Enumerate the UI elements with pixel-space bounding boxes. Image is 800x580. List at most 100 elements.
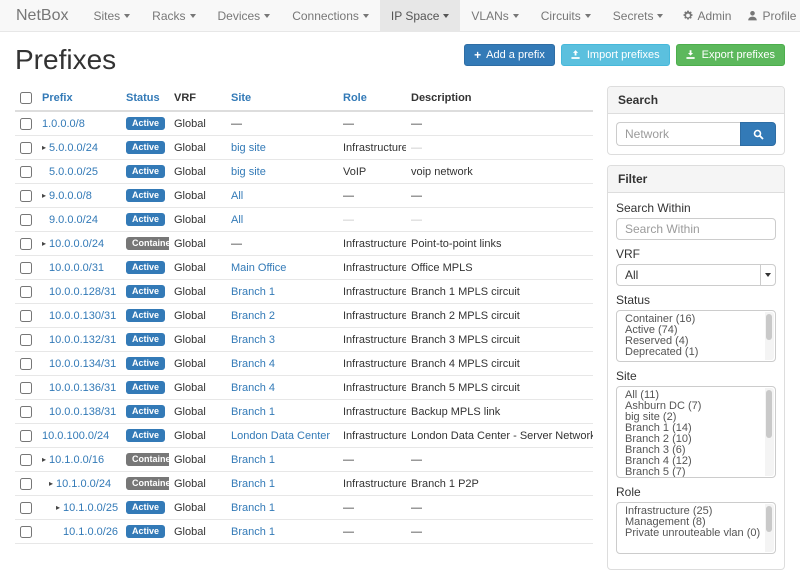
option[interactable]: Branch 4 (12) [617,456,763,467]
site-link[interactable]: Branch 1 [231,454,275,466]
column-header-prefix[interactable]: Prefix [37,86,121,111]
status-badge[interactable]: Active [126,501,165,514]
row-checkbox[interactable] [20,142,32,154]
row-checkbox[interactable] [20,382,32,394]
expand-toggle-icon[interactable]: ▸ [56,503,60,512]
prefix-link[interactable]: 10.0.0.132/31 [49,334,116,346]
status-badge[interactable]: Active [126,285,165,298]
row-checkbox[interactable] [20,358,32,370]
filter-input-search-within[interactable] [616,218,776,240]
option[interactable]: Infrastructure (25) [617,506,763,517]
site-link[interactable]: Branch 1 [231,286,275,298]
site-link[interactable]: Main Office [231,262,286,274]
status-badge[interactable]: Active [126,189,165,202]
row-checkbox[interactable] [20,238,32,250]
row-checkbox[interactable] [20,118,32,130]
app-brand[interactable]: NetBox [12,0,82,31]
option[interactable]: Branch 5 (7) [617,467,763,478]
status-badge[interactable]: Active [126,333,165,346]
expand-toggle-icon[interactable]: ▸ [42,143,46,152]
status-badge[interactable]: Active [126,525,165,538]
site-link[interactable]: Branch 2 [231,310,275,322]
status-badge[interactable]: Active [126,381,165,394]
scrollbar-thumb[interactable] [766,506,772,532]
site-link[interactable]: Branch 1 [231,478,275,490]
nav-item-circuits[interactable]: Circuits [530,0,602,31]
column-header-status[interactable]: Status [121,86,169,111]
row-checkbox[interactable] [20,454,32,466]
option[interactable]: Ashburn DC (7) [617,401,763,412]
prefix-link[interactable]: 10.1.0.0/16 [49,454,104,466]
prefix-link[interactable]: 10.0.0.130/31 [49,310,116,322]
option[interactable]: Branch 3 (6) [617,445,763,456]
export-prefixes-button[interactable]: Export prefixes [676,44,785,66]
nav-item-devices[interactable]: Devices [207,0,282,31]
column-header-site[interactable]: Site [226,86,338,111]
expand-toggle-icon[interactable]: ▸ [42,191,46,200]
row-checkbox[interactable] [20,310,32,322]
search-input[interactable] [616,122,740,146]
status-badge[interactable]: Active [126,429,165,442]
add-a-prefix-button[interactable]: +Add a prefix [464,44,555,66]
site-link[interactable]: All [231,214,243,226]
prefix-link[interactable]: 10.0.0.0/31 [49,262,104,274]
scrollbar-thumb[interactable] [766,314,772,340]
site-link[interactable]: big site [231,142,266,154]
nav-item-ip-space[interactable]: IP Space [380,0,460,31]
status-badge[interactable]: Active [126,357,165,370]
status-badge[interactable]: Container [126,477,169,490]
select-all-checkbox[interactable] [20,92,32,104]
prefix-link[interactable]: 5.0.0.0/25 [49,166,98,178]
import-prefixes-button[interactable]: Import prefixes [561,44,670,66]
prefix-link[interactable]: 10.1.0.0/25 [63,502,118,514]
site-link[interactable]: Branch 1 [231,502,275,514]
status-badge[interactable]: Container [126,237,169,250]
site-link[interactable]: Branch 4 [231,382,275,394]
expand-toggle-icon[interactable]: ▸ [42,455,46,464]
option[interactable]: Branch 2 (10) [617,434,763,445]
prefix-link[interactable]: 10.0.0.128/31 [49,286,116,298]
row-checkbox[interactable] [20,214,32,226]
prefix-link[interactable]: 10.1.0.0/24 [56,478,111,490]
prefix-link[interactable]: 10.0.100.0/24 [42,430,109,442]
row-checkbox[interactable] [20,262,32,274]
prefix-link[interactable]: 9.0.0.0/24 [49,214,98,226]
prefix-link[interactable]: 10.0.0.138/31 [49,406,116,418]
site-multiselect[interactable]: All (11)Ashburn DC (7)big site (2)Branch… [616,386,776,478]
row-checkbox[interactable] [20,286,32,298]
expand-toggle-icon[interactable]: ▸ [42,239,46,248]
status-badge[interactable]: Active [126,213,165,226]
nav-item-vlans[interactable]: VLANs [460,0,529,31]
option[interactable]: Deprecated (1) [617,347,763,358]
vrf-select[interactable]: All [616,264,776,286]
option[interactable]: Reserved (4) [617,336,763,347]
option[interactable]: Container (16) [617,314,763,325]
status-badge[interactable]: Active [126,117,165,130]
scrollbar-thumb[interactable] [766,390,772,438]
option[interactable]: All (11) [617,390,763,401]
status-badge[interactable]: Active [126,309,165,322]
utility-profile[interactable]: Profile [739,0,800,31]
prefix-link[interactable]: 10.0.0.0/24 [49,238,104,250]
nav-item-secrets[interactable]: Secrets [602,0,675,31]
expand-toggle-icon[interactable]: ▸ [49,479,53,488]
option[interactable]: Private unrouteable vlan (0) [617,528,763,539]
nav-item-racks[interactable]: Racks [141,0,206,31]
row-checkbox[interactable] [20,334,32,346]
site-link[interactable]: Branch 1 [231,526,275,538]
status-badge[interactable]: Active [126,141,165,154]
row-checkbox[interactable] [20,502,32,514]
status-badge[interactable]: Container [126,453,169,466]
site-link[interactable]: Branch 4 [231,358,275,370]
prefix-link[interactable]: 1.0.0.0/8 [42,118,85,130]
site-link[interactable]: London Data Center [231,430,330,442]
scrollbar-track[interactable] [765,388,774,476]
option[interactable]: Branch 1 (14) [617,423,763,434]
row-checkbox[interactable] [20,478,32,490]
row-checkbox[interactable] [20,526,32,538]
status-badge[interactable]: Active [126,261,165,274]
row-checkbox[interactable] [20,166,32,178]
nav-item-sites[interactable]: Sites [82,0,141,31]
utility-admin[interactable]: Admin [674,0,739,31]
row-checkbox[interactable] [20,430,32,442]
